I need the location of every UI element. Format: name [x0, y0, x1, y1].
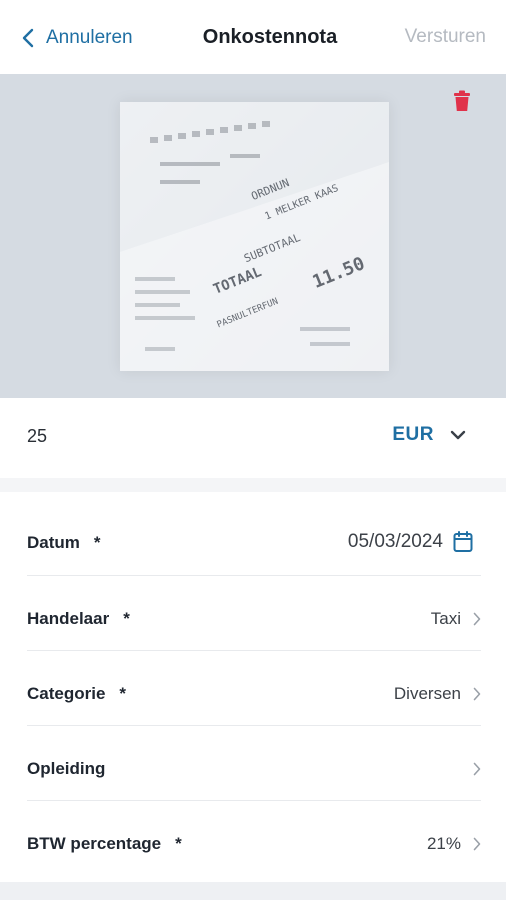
calendar-icon[interactable] [453, 531, 473, 553]
training-field[interactable]: Opleiding [27, 725, 481, 800]
amount-field[interactable]: 25 [27, 426, 47, 447]
chevron-right-icon [473, 687, 481, 701]
category-value: Diversen [393, 684, 461, 703]
date-value: 05/03/2024 [347, 531, 443, 552]
chevron-right-icon [473, 762, 481, 776]
trash-icon[interactable] [452, 90, 472, 112]
top-bar: Annuleren Onkostennota Versturen [0, 0, 506, 74]
amount-row: 25 EUR [0, 398, 506, 478]
bottom-spacer [0, 882, 506, 900]
date-field[interactable]: Datum * 05/03/2024 [27, 500, 481, 575]
category-label: Categorie * [27, 684, 127, 703]
vat-label: BTW percentage * [27, 834, 182, 853]
merchant-label: Handelaar * [27, 609, 130, 628]
send-button[interactable]: Versturen [405, 26, 486, 48]
chevron-down-icon [450, 430, 466, 440]
receipt-image[interactable]: ORDNUN 1 MELKER KAAS SUBTOTAAL TOTAAL 11… [120, 102, 389, 371]
category-field[interactable]: Categorie * Diversen [27, 650, 481, 725]
currency-label: EUR [392, 424, 434, 445]
vat-field[interactable]: BTW percentage * 21% [27, 800, 481, 875]
merchant-value: Taxi [430, 609, 461, 628]
date-label: Datum * [27, 533, 101, 552]
expense-form: Datum * 05/03/2024 Handelaar * Taxi Catego… [0, 492, 506, 882]
chevron-right-icon [473, 837, 481, 851]
currency-select[interactable]: EUR [392, 424, 466, 446]
chevron-right-icon [473, 612, 481, 626]
merchant-field[interactable]: Handelaar * Taxi [27, 575, 481, 650]
training-label: Opleiding [27, 759, 106, 778]
vat-value: 21% [426, 834, 461, 853]
